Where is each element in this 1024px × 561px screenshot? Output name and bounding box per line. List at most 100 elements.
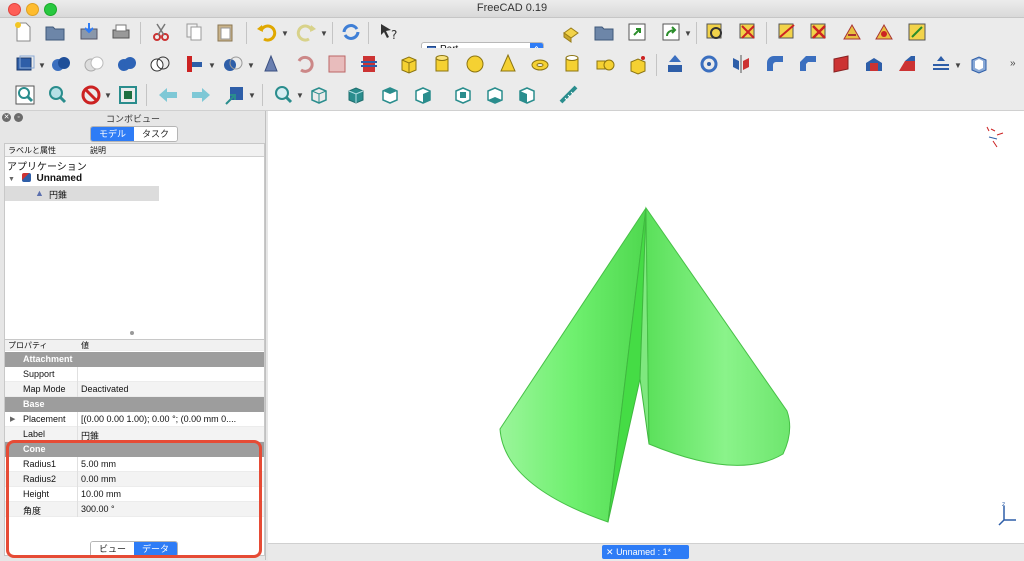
redo-icon[interactable] xyxy=(295,21,317,43)
draw-style-dropdown-icon[interactable]: ▼ xyxy=(104,91,112,100)
measure-refresh-icon[interactable] xyxy=(776,21,798,43)
view-fit-selection-icon[interactable] xyxy=(46,84,68,106)
property-support[interactable]: Support xyxy=(5,367,264,382)
offset-dropdown-icon[interactable]: ▼ xyxy=(954,61,962,70)
view-left-icon[interactable] xyxy=(516,84,538,106)
view-right-icon[interactable] xyxy=(412,84,434,106)
navigation-cube-icon[interactable] xyxy=(983,123,1007,151)
property-group-base[interactable]: Base xyxy=(5,397,264,412)
whats-this-icon[interactable]: ? xyxy=(378,21,400,43)
create-group-icon[interactable] xyxy=(593,21,615,43)
check-geometry-icon[interactable] xyxy=(294,53,316,75)
close-tab-icon[interactable]: ✕ xyxy=(606,547,614,557)
undo-icon[interactable] xyxy=(256,21,278,43)
paste-icon[interactable] xyxy=(214,21,236,43)
tree-item-cone[interactable]: ▲ 円錐 xyxy=(5,186,159,201)
property-angle[interactable]: 角度 300.00 ° xyxy=(5,502,264,517)
save-icon[interactable] xyxy=(78,21,100,43)
bounding-box-icon[interactable] xyxy=(117,84,139,106)
property-group-attachment[interactable]: Attachment xyxy=(5,352,264,367)
print-icon[interactable] xyxy=(110,21,132,43)
view-fit-all-icon[interactable] xyxy=(14,84,36,106)
view-bottom-icon[interactable] xyxy=(484,84,506,106)
split-dropdown-icon[interactable]: ▼ xyxy=(247,61,255,70)
3d-viewport[interactable]: z xyxy=(268,111,1024,560)
new-document-icon[interactable] xyxy=(12,21,34,43)
measure-distance-icon[interactable] xyxy=(558,84,580,106)
toolbar-overflow-icon[interactable]: » xyxy=(1010,58,1016,69)
expand-arrow-icon[interactable]: ▶ xyxy=(10,415,15,423)
extrude-icon[interactable] xyxy=(664,53,686,75)
tree-document[interactable]: ▼ Unnamed xyxy=(8,173,82,184)
macro-record-icon[interactable] xyxy=(626,21,648,43)
thickness-icon[interactable] xyxy=(968,53,990,75)
cube-icon[interactable] xyxy=(398,53,420,75)
primitives-icon[interactable] xyxy=(594,53,616,75)
view-forward-icon[interactable] xyxy=(190,84,212,106)
redo-dropdown-icon[interactable]: ▼ xyxy=(320,29,328,38)
view-top-icon[interactable] xyxy=(379,84,401,106)
measure-angular-icon[interactable] xyxy=(737,21,759,43)
property-placement[interactable]: ▶ Placement [(0.00 0.00 1.00); 0.00 °; (0.… xyxy=(5,412,264,427)
measure-linear-icon[interactable] xyxy=(704,21,726,43)
cone-icon[interactable] xyxy=(497,53,519,75)
dock-dropdown-icon[interactable]: ▼ xyxy=(248,91,256,100)
open-folder-icon[interactable] xyxy=(44,21,66,43)
tab-view[interactable]: ビュー xyxy=(91,542,135,556)
tab-tasks[interactable]: タスク xyxy=(134,127,178,141)
view-axonometric-icon[interactable] xyxy=(308,84,330,106)
section-icon[interactable] xyxy=(358,53,380,75)
macro-execute-icon[interactable] xyxy=(660,21,682,43)
fillet-icon[interactable] xyxy=(764,53,786,75)
measure-clear-icon[interactable] xyxy=(808,21,830,43)
tab-model[interactable]: モデル xyxy=(91,127,135,141)
join-features-icon[interactable] xyxy=(183,53,205,75)
ruled-surface-icon[interactable] xyxy=(863,53,885,75)
measure-3d-icon[interactable] xyxy=(873,21,895,43)
make-face-icon[interactable] xyxy=(830,53,852,75)
property-label[interactable]: Label 円錐 xyxy=(5,427,264,442)
property-radius2[interactable]: Radius2 0.00 mm xyxy=(5,472,264,487)
cut-shape-icon[interactable] xyxy=(83,53,105,75)
document-tab[interactable]: ✕ Unnamed : 1* xyxy=(602,545,689,559)
refresh-icon[interactable] xyxy=(340,21,362,43)
revolve-icon[interactable] xyxy=(698,53,720,75)
join-dropdown-icon[interactable]: ▼ xyxy=(208,61,216,70)
property-height[interactable]: Height 10.00 mm xyxy=(5,487,264,502)
loft-icon[interactable] xyxy=(896,53,918,75)
torus-icon[interactable] xyxy=(529,53,551,75)
shape-builder-icon[interactable] xyxy=(627,53,649,75)
draw-style-icon[interactable] xyxy=(80,84,102,106)
view-front-icon[interactable] xyxy=(345,84,367,106)
common-icon[interactable] xyxy=(149,53,171,75)
copy-icon[interactable] xyxy=(183,21,205,43)
undo-dropdown-icon[interactable]: ▼ xyxy=(281,29,289,38)
offset-icon[interactable] xyxy=(930,53,952,75)
tube-icon[interactable] xyxy=(561,53,583,75)
create-part-icon[interactable] xyxy=(560,21,582,43)
mirror-icon[interactable] xyxy=(730,53,752,75)
split-features-icon[interactable] xyxy=(222,53,244,75)
zoom-dropdown-icon[interactable]: ▼ xyxy=(296,91,304,100)
compound-tools-icon[interactable] xyxy=(260,53,282,75)
tab-data[interactable]: データ xyxy=(134,542,178,556)
measure-toggle-icon[interactable] xyxy=(841,21,863,43)
panel-splitter-handle[interactable] xyxy=(130,331,134,335)
defeaturing-icon[interactable] xyxy=(326,53,348,75)
property-radius1[interactable]: Radius1 5.00 mm xyxy=(5,457,264,472)
measure-toggle-delta-icon[interactable] xyxy=(906,21,928,43)
expand-arrow-icon[interactable]: ▼ xyxy=(8,176,15,183)
macro-dropdown-icon[interactable]: ▼ xyxy=(684,29,692,38)
view-box-dropdown-icon[interactable]: ▼ xyxy=(38,61,46,70)
property-map-mode[interactable]: Map Mode Deactivated xyxy=(5,382,264,397)
chamfer-icon[interactable] xyxy=(797,53,819,75)
fuse-icon[interactable] xyxy=(116,53,138,75)
view-rear-icon[interactable] xyxy=(452,84,474,106)
boolean-icon[interactable] xyxy=(50,53,72,75)
view-zoom-icon[interactable] xyxy=(272,84,294,106)
cylinder-icon[interactable] xyxy=(431,53,453,75)
std-view-box-icon[interactable] xyxy=(14,53,36,75)
view-back-icon[interactable] xyxy=(157,84,179,106)
property-group-cone[interactable]: Cone xyxy=(5,442,264,457)
std-view-dock-icon[interactable] xyxy=(224,84,246,106)
